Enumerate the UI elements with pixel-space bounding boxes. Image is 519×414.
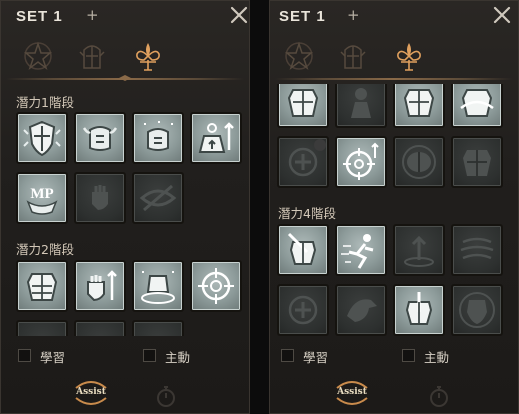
knight-emblem-icon[interactable]	[74, 38, 110, 74]
learn-label: 學習	[40, 350, 66, 365]
weight-up-icon	[198, 122, 234, 153]
skill-tile-heal-plus[interactable]	[277, 284, 329, 336]
skill-tile-chest-armor[interactable]	[451, 136, 503, 188]
close-icon[interactable]	[228, 4, 250, 26]
skill-tile-crosshair[interactable]	[190, 260, 242, 312]
skill-tile-swirl-shield[interactable]	[451, 224, 503, 276]
armor-stars-icon	[144, 121, 173, 151]
swirl-shield-icon	[460, 237, 494, 260]
chest-armor-icon	[463, 150, 491, 176]
arrow-up-ring-icon	[404, 235, 434, 267]
add-set-tab[interactable]: +	[86, 6, 99, 24]
star-emblem-icon[interactable]	[20, 38, 56, 74]
assist-button[interactable]: Assist	[68, 376, 114, 410]
skill-tile-armor-platform[interactable]	[132, 260, 184, 312]
fist-icon	[92, 185, 108, 210]
armor-sword-icon	[287, 232, 317, 265]
skill-tile-eye-slash[interactable]	[132, 172, 184, 224]
chest-armor-icon	[287, 89, 319, 117]
panel-footer: 學習 主動 Assist	[269, 336, 519, 414]
skill-tile-mp-up[interactable]: MP	[16, 172, 68, 224]
section-title-tier4: 潛力4階段	[278, 206, 336, 221]
brain-icon	[402, 145, 436, 179]
skill-tile-armor-swirl[interactable]	[451, 84, 503, 128]
section-title-tier2: 潛力2階段	[16, 242, 74, 257]
stopwatch-icon[interactable]	[428, 384, 450, 408]
skill-tile-armor-up[interactable]	[74, 112, 126, 164]
assist-label: Assist	[76, 387, 106, 397]
figure-icon	[351, 88, 371, 118]
learn-label: 學習	[303, 350, 329, 365]
skill-tile-eagle[interactable]	[335, 284, 387, 336]
skill-tile-heal-plus[interactable]	[277, 136, 329, 188]
header-divider	[275, 78, 513, 80]
svg-text:MP: MP	[30, 186, 53, 202]
star-emblem-icon[interactable]	[281, 38, 317, 74]
fleur-emblem-icon[interactable]	[130, 38, 166, 74]
heal-plus-icon	[288, 295, 318, 325]
skill-tile-armor-sword[interactable]	[393, 284, 445, 336]
category-tabs	[269, 34, 519, 80]
fleur-emblem-icon[interactable]	[391, 38, 427, 74]
skill-tile-figure[interactable]	[335, 84, 387, 128]
skill-tile-chest-armor[interactable]	[277, 84, 329, 128]
active-checkbox[interactable]	[143, 349, 156, 362]
crosshair-up-icon	[343, 142, 379, 180]
skill-panel-left: SET 1 + 潛力1階段 MP 潛力2階段 學習 主動 Assist	[0, 0, 250, 414]
chest-armor-icon	[26, 273, 58, 301]
eagle-icon	[347, 299, 377, 322]
learn-checkbox[interactable]	[281, 349, 294, 362]
active-label: 主動	[165, 350, 191, 365]
active-checkbox[interactable]	[402, 349, 415, 362]
close-icon[interactable]	[491, 4, 513, 26]
lock-indicator	[314, 139, 326, 151]
crosshair-icon	[198, 268, 234, 304]
divider-ornament	[119, 75, 131, 81]
skill-tile-fist-up[interactable]	[74, 260, 126, 312]
skill-tile-chest-armor[interactable]	[16, 260, 68, 312]
skill-tile-armor-sword[interactable]	[277, 224, 329, 276]
skill-tile-dash[interactable]	[335, 224, 387, 276]
set-tab-1[interactable]: SET 1	[16, 8, 63, 25]
skill-tile-weight-up[interactable]	[190, 112, 242, 164]
armor-sword-icon	[405, 292, 433, 325]
learn-checkbox[interactable]	[18, 349, 31, 362]
dash-icon	[341, 234, 374, 269]
skill-panel-right: SET 1 + 潛力4階段 學習 主動 Assist	[269, 0, 519, 414]
active-label: 主動	[424, 350, 450, 365]
section-title-tier1: 潛力1階段	[16, 95, 74, 110]
panel-footer: 學習 主動 Assist	[0, 336, 250, 414]
skill-list[interactable]: 潛力1階段 MP 潛力2階段	[0, 84, 250, 336]
armor-platform-icon	[141, 271, 175, 304]
panel-header: SET 1 +	[0, 0, 250, 34]
skill-tile-fist[interactable]	[74, 172, 126, 224]
chest-armor-icon	[403, 89, 435, 117]
skill-tile-arrow-up-ring[interactable]	[393, 224, 445, 276]
assist-label: Assist	[337, 387, 367, 397]
stopwatch-icon[interactable]	[155, 384, 177, 408]
eye-slash-icon	[139, 184, 177, 212]
set-tab-1[interactable]: SET 1	[279, 8, 326, 25]
skill-tile-brain[interactable]	[393, 136, 445, 188]
shield-icon	[23, 120, 61, 157]
skill-tile-partial[interactable]	[16, 320, 68, 336]
add-set-tab[interactable]: +	[347, 6, 360, 24]
skill-tile-crosshair-up[interactable]	[335, 136, 387, 188]
mp-up-icon: MP	[26, 186, 58, 215]
fist-up-icon	[87, 270, 117, 302]
skill-tile-partial[interactable]	[74, 320, 126, 336]
assist-button[interactable]: Assist	[329, 376, 375, 410]
skill-tile-chest-armor[interactable]	[393, 84, 445, 128]
skill-tile-armor-stars[interactable]	[132, 112, 184, 164]
skill-list[interactable]: 潛力4階段	[269, 84, 519, 336]
skill-tile-shield[interactable]	[16, 112, 68, 164]
skill-tile-orbit-shield[interactable]	[451, 284, 503, 336]
armor-swirl-icon	[460, 89, 494, 117]
panel-header: SET 1 +	[269, 0, 519, 34]
skill-tile-partial[interactable]	[132, 320, 184, 336]
orbit-shield-icon	[459, 292, 495, 328]
knight-emblem-icon[interactable]	[335, 38, 371, 74]
armor-up-icon	[82, 126, 118, 151]
